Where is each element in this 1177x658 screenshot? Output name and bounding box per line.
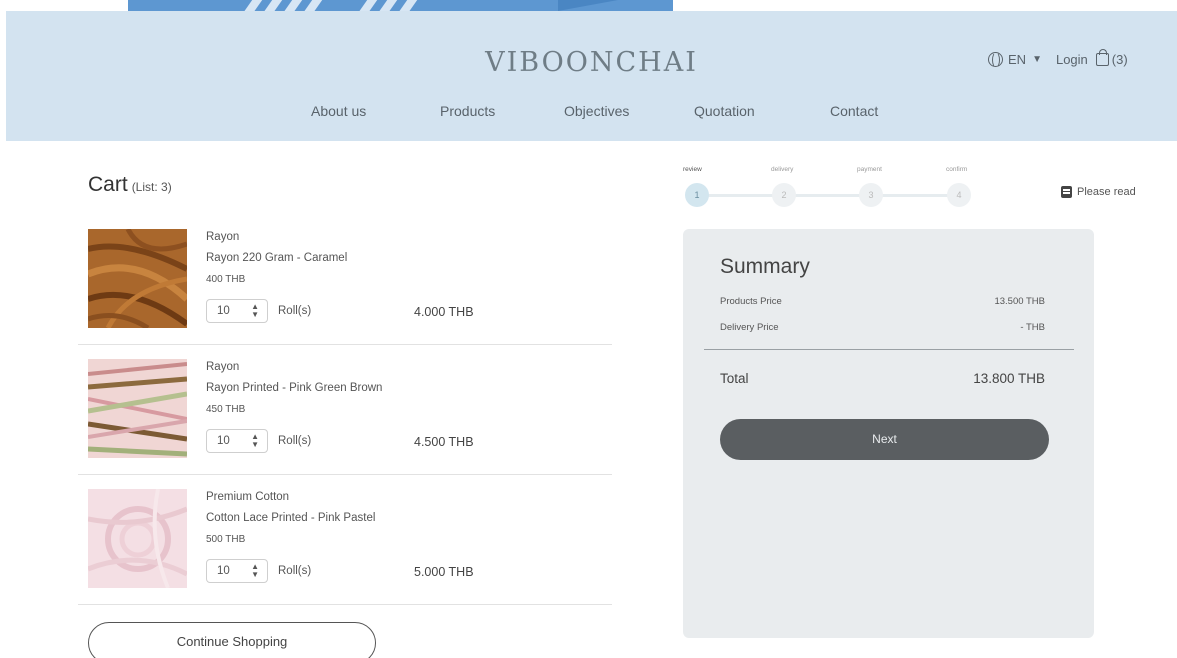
quantity-unit: Roll(s)	[278, 305, 312, 317]
continue-shopping-button[interactable]: Continue Shopping	[88, 622, 376, 658]
quantity-value: 10	[217, 305, 230, 317]
quantity-stepper[interactable]: 10 ▲ ▼	[206, 559, 268, 583]
main-nav: About us Products Objectives Quotation C…	[6, 103, 1177, 123]
item-total: 4.500 THB	[414, 435, 474, 449]
total-row: Total 13.800 THB	[720, 371, 1045, 386]
nav-about-us[interactable]: About us	[311, 103, 366, 119]
products-price-label: Products Price	[720, 296, 782, 307]
delivery-price-label: Delivery Price	[720, 322, 779, 333]
cart-count[interactable]: (3)	[1112, 52, 1128, 67]
next-button[interactable]: Next	[720, 419, 1049, 460]
step-label-payment: payment	[857, 166, 882, 173]
products-price-row: Products Price 13.500 THB	[720, 296, 1045, 307]
product-image[interactable]	[88, 229, 187, 328]
note-icon	[1061, 186, 1072, 198]
summary-divider	[704, 349, 1074, 350]
item-name[interactable]: Cotton Lace Printed - Pink Pastel	[206, 512, 375, 525]
globe-icon[interactable]	[988, 52, 1003, 68]
item-total: 4.000 THB	[414, 305, 474, 319]
item-divider	[78, 344, 612, 345]
quantity-value: 10	[217, 435, 230, 447]
language-selector[interactable]: EN	[1008, 52, 1026, 67]
cart-list-count: (List: 3)	[131, 180, 172, 194]
item-unit-price: 500 THB	[206, 534, 246, 545]
item-name[interactable]: Rayon Printed - Pink Green Brown	[206, 382, 382, 395]
header-utilities: EN ▼ Login (3)	[988, 49, 1128, 68]
step-3[interactable]: 3	[859, 183, 883, 207]
cart-heading: Cart (List: 3)	[88, 173, 172, 197]
summary-title: Summary	[720, 255, 810, 278]
quantity-stepper[interactable]: 10 ▲ ▼	[206, 429, 268, 453]
summary-panel: Summary Products Price 13.500 THB Delive…	[683, 229, 1094, 638]
item-unit-price: 400 THB	[206, 274, 246, 285]
cart-title: Cart	[88, 173, 128, 196]
product-image[interactable]	[88, 359, 187, 458]
nav-quotation[interactable]: Quotation	[694, 103, 755, 119]
banner-image	[128, 0, 673, 11]
step-label-delivery: delivery	[771, 166, 794, 173]
quantity-unit: Roll(s)	[278, 565, 312, 577]
products-price-value: 13.500 THB	[994, 296, 1045, 307]
nav-objectives[interactable]: Objectives	[564, 103, 629, 119]
step-2[interactable]: 2	[772, 183, 796, 207]
cart-item: Rayon Rayon 220 Gram - Caramel 400 THB 1…	[78, 228, 612, 358]
item-category: Premium Cotton	[206, 491, 290, 503]
shopping-bag-icon[interactable]	[1095, 49, 1109, 66]
progress-line	[697, 194, 959, 197]
nav-products[interactable]: Products	[440, 103, 495, 119]
total-value: 13.800 THB	[973, 371, 1045, 386]
total-label: Total	[720, 371, 749, 386]
cart-item: Rayon Rayon Printed - Pink Green Brown 4…	[78, 358, 612, 488]
stepper-arrows-icon[interactable]: ▲ ▼	[251, 433, 259, 449]
step-4[interactable]: 4	[947, 183, 971, 207]
quantity-value: 10	[217, 565, 230, 577]
item-category: Rayon	[206, 231, 240, 243]
delivery-price-value: - THB	[1020, 322, 1045, 333]
site-header: VIBOONCHAI EN ▼ Login (3) About us Produ…	[6, 11, 1177, 141]
please-read-label: Please read	[1077, 186, 1136, 198]
step-label-review: review	[683, 166, 702, 173]
quantity-unit: Roll(s)	[278, 435, 312, 447]
stepper-arrows-icon[interactable]: ▲ ▼	[251, 303, 259, 319]
item-total: 5.000 THB	[414, 565, 474, 579]
product-image[interactable]	[88, 489, 187, 588]
quantity-stepper[interactable]: 10 ▲ ▼	[206, 299, 268, 323]
login-link[interactable]: Login	[1056, 52, 1088, 67]
step-1[interactable]: 1	[685, 183, 709, 207]
step-label-confirm: confirm	[946, 166, 968, 173]
please-read-link[interactable]: Please read	[1061, 186, 1136, 198]
stepper-arrows-icon[interactable]: ▲ ▼	[251, 563, 259, 579]
caret-down-icon[interactable]: ▼	[1032, 54, 1042, 65]
item-divider	[78, 604, 612, 605]
nav-contact[interactable]: Contact	[830, 103, 878, 119]
delivery-price-row: Delivery Price - THB	[720, 322, 1045, 333]
cart-item: Premium Cotton Cotton Lace Printed - Pin…	[78, 488, 612, 618]
item-name[interactable]: Rayon 220 Gram - Caramel	[206, 252, 347, 265]
item-unit-price: 450 THB	[206, 404, 246, 415]
item-divider	[78, 474, 612, 475]
item-category: Rayon	[206, 361, 240, 373]
